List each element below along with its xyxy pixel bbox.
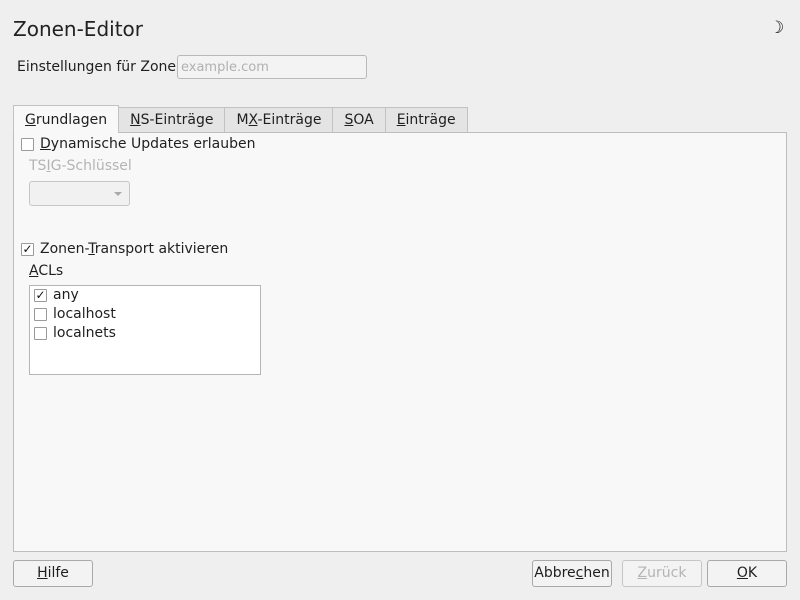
tab-bar: Grundlagen NS-Einträge MX-Einträge SOA E…	[13, 105, 468, 133]
tab-mx-eintraege[interactable]: MX-Einträge	[224, 107, 334, 133]
zone-settings-label: Einstellungen für Zone	[17, 59, 177, 75]
acl-any-checkbox[interactable]: ✓	[34, 289, 47, 302]
acl-localhost-label[interactable]: localhost	[53, 306, 116, 322]
tab-eintraege[interactable]: Einträge	[384, 107, 468, 133]
tsig-key-combobox[interactable]	[29, 181, 130, 206]
dynamic-updates-checkbox[interactable]	[21, 138, 34, 151]
moon-icon[interactable]: ☽	[769, 18, 785, 38]
ok-button[interactable]: OK	[707, 560, 787, 587]
zone-transport-label[interactable]: Zonen-Transport aktivieren	[40, 241, 228, 257]
acls-label: ACLs	[29, 263, 64, 279]
acl-localnets-label[interactable]: localnets	[53, 325, 116, 341]
back-button[interactable]: Zurück	[622, 560, 702, 587]
acl-localhost-checkbox[interactable]	[34, 308, 47, 321]
zone-transport-checkbox[interactable]: ✓	[21, 243, 34, 256]
acl-any-label[interactable]: any	[53, 287, 79, 303]
chevron-down-icon	[114, 192, 122, 196]
window-title: Zonen-Editor	[13, 17, 143, 41]
dynamic-updates-label[interactable]: Dynamische Updates erlauben	[40, 136, 256, 152]
tab-soa[interactable]: SOA	[332, 107, 386, 133]
zone-name-input[interactable]	[177, 55, 367, 79]
tsig-key-label: TSIG-Schlüssel	[29, 158, 132, 174]
acl-localnets-checkbox[interactable]	[34, 327, 47, 340]
help-button[interactable]: Hilfe	[13, 560, 93, 587]
tab-ns-eintraege[interactable]: NS-Einträge	[118, 107, 226, 133]
cancel-button[interactable]: Abbrechen	[532, 560, 612, 587]
tab-grundlagen[interactable]: Grundlagen	[13, 105, 120, 133]
